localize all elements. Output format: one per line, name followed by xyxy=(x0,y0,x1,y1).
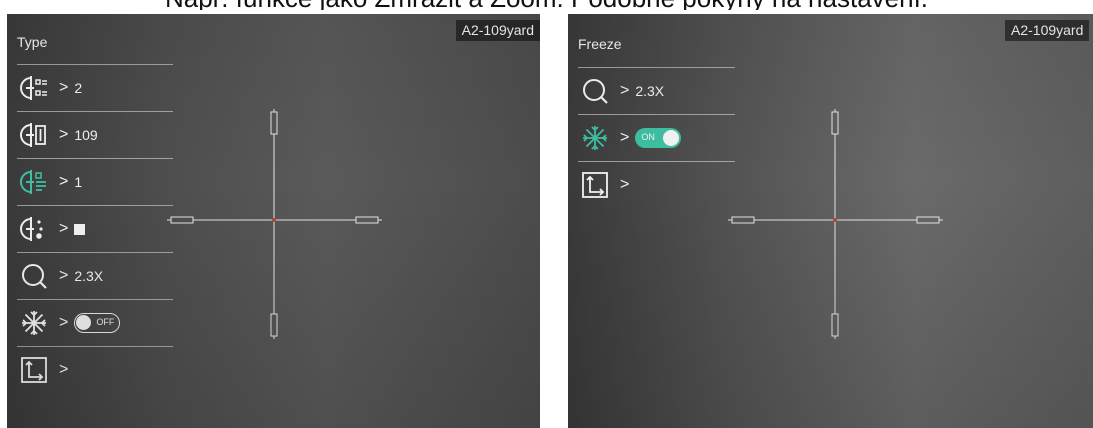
profile-badge: A2-109yard xyxy=(455,20,540,41)
scope-view-right: Freeze A2-109yard > 2.3X > ON > xyxy=(568,14,1093,428)
reticle-style-icon xyxy=(19,167,49,197)
freeze-toggle[interactable]: OFF xyxy=(74,313,121,333)
reticle-color-icon xyxy=(19,214,49,244)
menu-item-freeze[interactable]: > ON xyxy=(578,114,735,161)
arrow-icon: > xyxy=(620,129,630,146)
arrow-icon: > xyxy=(59,126,69,143)
arrow-icon: > xyxy=(620,176,630,193)
reticle-size-icon xyxy=(19,120,49,150)
menu-item-reticle-type[interactable]: > 2 xyxy=(17,64,173,111)
arrow-icon: > xyxy=(59,361,69,378)
menu-item-position[interactable]: > xyxy=(578,161,735,208)
scope-view-left: Type A2-109yard > 2 > 109 > 1 > > 2.3X >… xyxy=(7,14,540,428)
position-icon xyxy=(19,355,49,385)
settings-menu: > 2 > 109 > 1 > > 2.3X > OFF > xyxy=(17,64,173,393)
arrow-icon: > xyxy=(59,79,69,96)
arrow-icon: > xyxy=(59,173,69,190)
zoom-icon xyxy=(19,261,49,291)
reticle-type-value: 2 xyxy=(74,80,83,96)
zoom-value: 2.3X xyxy=(74,268,104,284)
menu-item-freeze[interactable]: > OFF xyxy=(17,299,173,346)
reticle-size-value: 109 xyxy=(74,127,98,143)
reticle-crosshair xyxy=(728,109,943,339)
arrow-icon: > xyxy=(620,82,630,99)
freeze-icon xyxy=(19,308,49,338)
caption-text: Např. funkce jako Zmrazit a Zoom. Podobn… xyxy=(0,0,1093,10)
freeze-icon xyxy=(580,123,610,153)
menu-item-zoom[interactable]: > 2.3X xyxy=(578,67,735,114)
freeze-toggle[interactable]: ON xyxy=(635,128,682,148)
menu-title: Freeze xyxy=(578,36,622,52)
reticle-crosshair xyxy=(167,109,382,339)
menu-item-reticle-style[interactable]: > 1 xyxy=(17,158,173,205)
zoom-value: 2.3X xyxy=(635,83,665,99)
reticle-type-icon xyxy=(19,73,49,103)
arrow-icon: > xyxy=(59,220,69,237)
settings-menu: > 2.3X > ON > xyxy=(578,67,735,208)
toggle-state: OFF xyxy=(96,317,115,327)
menu-item-position[interactable]: > xyxy=(17,346,173,393)
arrow-icon: > xyxy=(59,267,69,284)
zoom-icon xyxy=(580,76,610,106)
menu-title: Type xyxy=(17,34,48,50)
menu-item-reticle-color[interactable]: > xyxy=(17,205,173,252)
menu-item-zoom[interactable]: > 2.3X xyxy=(17,252,173,299)
position-icon xyxy=(580,170,610,200)
profile-badge: A2-109yard xyxy=(1005,20,1090,41)
toggle-knob xyxy=(663,130,680,146)
reticle-style-value: 1 xyxy=(74,174,83,190)
color-swatch xyxy=(74,223,86,235)
toggle-knob xyxy=(76,315,92,330)
arrow-icon: > xyxy=(59,314,69,331)
toggle-state: ON xyxy=(641,132,655,142)
menu-item-reticle-size[interactable]: > 109 xyxy=(17,111,173,158)
